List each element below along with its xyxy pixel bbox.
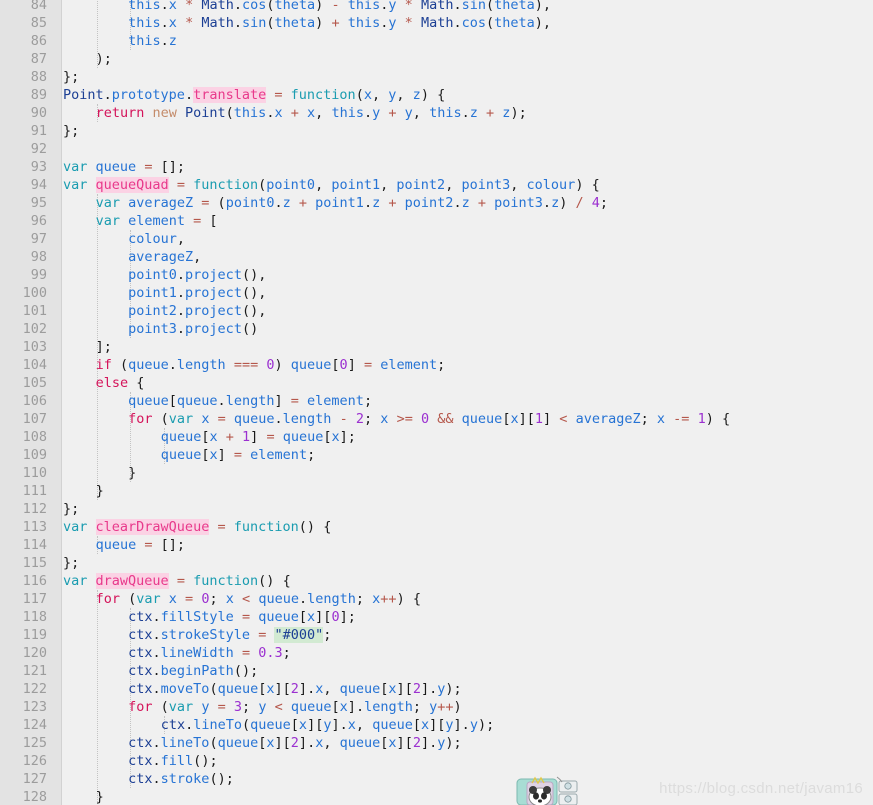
line-number: 104 bbox=[22, 357, 47, 373]
line-number: 91 bbox=[30, 123, 47, 139]
code-line[interactable]: ctx.beginPath(); bbox=[63, 662, 258, 680]
code-line[interactable]: }; bbox=[63, 554, 79, 572]
code-line[interactable]: } bbox=[63, 788, 104, 805]
code-line[interactable]: var drawQueue = function() { bbox=[63, 572, 291, 590]
line-number: 94 bbox=[30, 177, 47, 193]
code-line[interactable]: var averageZ = (point0.z + point1.z + po… bbox=[63, 194, 608, 212]
line-number: 90 bbox=[30, 105, 47, 121]
line-number: 127 bbox=[22, 771, 47, 787]
code-line[interactable]: for (var x = queue.length - 2; x >= 0 &&… bbox=[63, 410, 730, 428]
line-number: 88 bbox=[30, 69, 47, 85]
code-line[interactable]: ctx.lineWidth = 0.3; bbox=[63, 644, 291, 662]
line-number: 101 bbox=[22, 303, 47, 319]
line-number: 124 bbox=[22, 717, 47, 733]
line-number: 93 bbox=[30, 159, 47, 175]
code-line[interactable]: this.z bbox=[63, 32, 177, 50]
code-line[interactable]: colour, bbox=[63, 230, 185, 248]
code-line[interactable]: if (queue.length === 0) queue[0] = eleme… bbox=[63, 356, 446, 374]
code-line[interactable]: ctx.fill(); bbox=[63, 752, 217, 770]
code-line[interactable]: queue[x + 1] = queue[x]; bbox=[63, 428, 356, 446]
line-number: 102 bbox=[22, 321, 47, 337]
code-line[interactable]: queue[x] = element; bbox=[63, 446, 316, 464]
line-number: 85 bbox=[30, 15, 47, 31]
line-number: 108 bbox=[22, 429, 47, 445]
line-number: 117 bbox=[22, 591, 47, 607]
line-number: 119 bbox=[22, 627, 47, 643]
code-line[interactable]: return new Point(this.x + x, this.y + y,… bbox=[63, 104, 527, 122]
line-number: 110 bbox=[22, 465, 47, 481]
code-line[interactable]: queue[queue.length] = element; bbox=[63, 392, 372, 410]
code-line[interactable]: }; bbox=[63, 122, 79, 140]
code-line[interactable]: var queue = []; bbox=[63, 158, 185, 176]
line-number: 95 bbox=[30, 195, 47, 211]
line-number: 121 bbox=[22, 663, 47, 679]
code-line[interactable]: point0.project(), bbox=[63, 266, 266, 284]
code-line[interactable]: ctx.stroke(); bbox=[63, 770, 234, 788]
code-line[interactable]: }; bbox=[63, 500, 79, 518]
code-line[interactable]: } bbox=[63, 464, 136, 482]
line-number: 125 bbox=[22, 735, 47, 751]
code-line[interactable]: } bbox=[63, 482, 104, 500]
line-number: 98 bbox=[30, 249, 47, 265]
code-line[interactable]: ); bbox=[63, 50, 112, 68]
line-number: 113 bbox=[22, 519, 47, 535]
line-number: 118 bbox=[22, 609, 47, 625]
line-number: 105 bbox=[22, 375, 47, 391]
code-line[interactable]: Point.prototype.translate = function(x, … bbox=[63, 86, 445, 104]
line-number: 107 bbox=[22, 411, 47, 427]
code-line[interactable]: point1.project(), bbox=[63, 284, 266, 302]
line-number-gutter: 84 85 86 87 88 89 90 91 92 93 94 95 96 97 98 99 100 101 10… bbox=[0, 0, 62, 805]
line-number: 109 bbox=[22, 447, 47, 463]
code-line[interactable]: ]; bbox=[63, 338, 112, 356]
line-number: 115 bbox=[22, 555, 47, 571]
code-line[interactable]: else { bbox=[63, 374, 145, 392]
code-line[interactable]: ctx.lineTo(queue[x][y].x, queue[x][y].y)… bbox=[63, 716, 495, 734]
code-line[interactable]: ctx.strokeStyle = "#000"; bbox=[63, 626, 331, 644]
line-number: 99 bbox=[30, 267, 47, 283]
line-number: 111 bbox=[22, 483, 47, 499]
code-line[interactable]: ctx.fillStyle = queue[x][0]; bbox=[63, 608, 356, 626]
line-number: 122 bbox=[22, 681, 47, 697]
line-number: 126 bbox=[22, 753, 47, 769]
line-number: 100 bbox=[22, 285, 47, 301]
line-number: 114 bbox=[22, 537, 47, 553]
code-line[interactable]: }; bbox=[63, 68, 79, 86]
line-number: 86 bbox=[30, 33, 47, 49]
line-number: 96 bbox=[30, 213, 47, 229]
code-line[interactable]: point2.project(), bbox=[63, 302, 266, 320]
csdn-watermark: https://blog.csdn.net/javam16 bbox=[659, 780, 863, 797]
line-number: 123 bbox=[22, 699, 47, 715]
code-line[interactable]: for (var y = 3; y < queue[x].length; y++… bbox=[63, 698, 462, 716]
line-number: 106 bbox=[22, 393, 47, 409]
code-line[interactable]: ctx.moveTo(queue[x][2].x, queue[x][2].y)… bbox=[63, 680, 462, 698]
line-number: 128 bbox=[22, 789, 47, 805]
line-number: 92 bbox=[30, 141, 47, 157]
line-number: 87 bbox=[30, 51, 47, 67]
line-number: 116 bbox=[22, 573, 47, 589]
code-editor[interactable]: 84 85 86 87 88 89 90 91 92 93 94 95 96 97 98 99 100 101 10… bbox=[0, 0, 873, 805]
line-number: 103 bbox=[22, 339, 47, 355]
code-line[interactable]: ctx.lineTo(queue[x][2].x, queue[x][2].y)… bbox=[63, 734, 462, 752]
line-number: 97 bbox=[30, 231, 47, 247]
code-line[interactable]: var element = [ bbox=[63, 212, 218, 230]
code-line[interactable]: averageZ, bbox=[63, 248, 201, 266]
line-number: 89 bbox=[30, 87, 47, 103]
line-number: 84 bbox=[30, 0, 47, 13]
code-line[interactable]: for (var x = 0; x < queue.length; x++) { bbox=[63, 590, 421, 608]
code-line[interactable]: point3.project() bbox=[63, 320, 258, 338]
panda-in-box-sticker bbox=[515, 775, 581, 805]
code-line[interactable]: queue = []; bbox=[63, 536, 185, 554]
code-line[interactable]: var clearDrawQueue = function() { bbox=[63, 518, 331, 536]
code-line[interactable]: this.x * Math.cos(theta) - this.y * Math… bbox=[63, 0, 551, 14]
line-number: 120 bbox=[22, 645, 47, 661]
line-number: 112 bbox=[22, 501, 47, 517]
code-line[interactable]: this.x * Math.sin(theta) + this.y * Math… bbox=[63, 14, 551, 32]
code-content-area[interactable]: this.x * Math.cos(theta) - this.y * Math… bbox=[63, 0, 873, 805]
code-line[interactable]: var queueQuad = function(point0, point1,… bbox=[63, 176, 600, 194]
